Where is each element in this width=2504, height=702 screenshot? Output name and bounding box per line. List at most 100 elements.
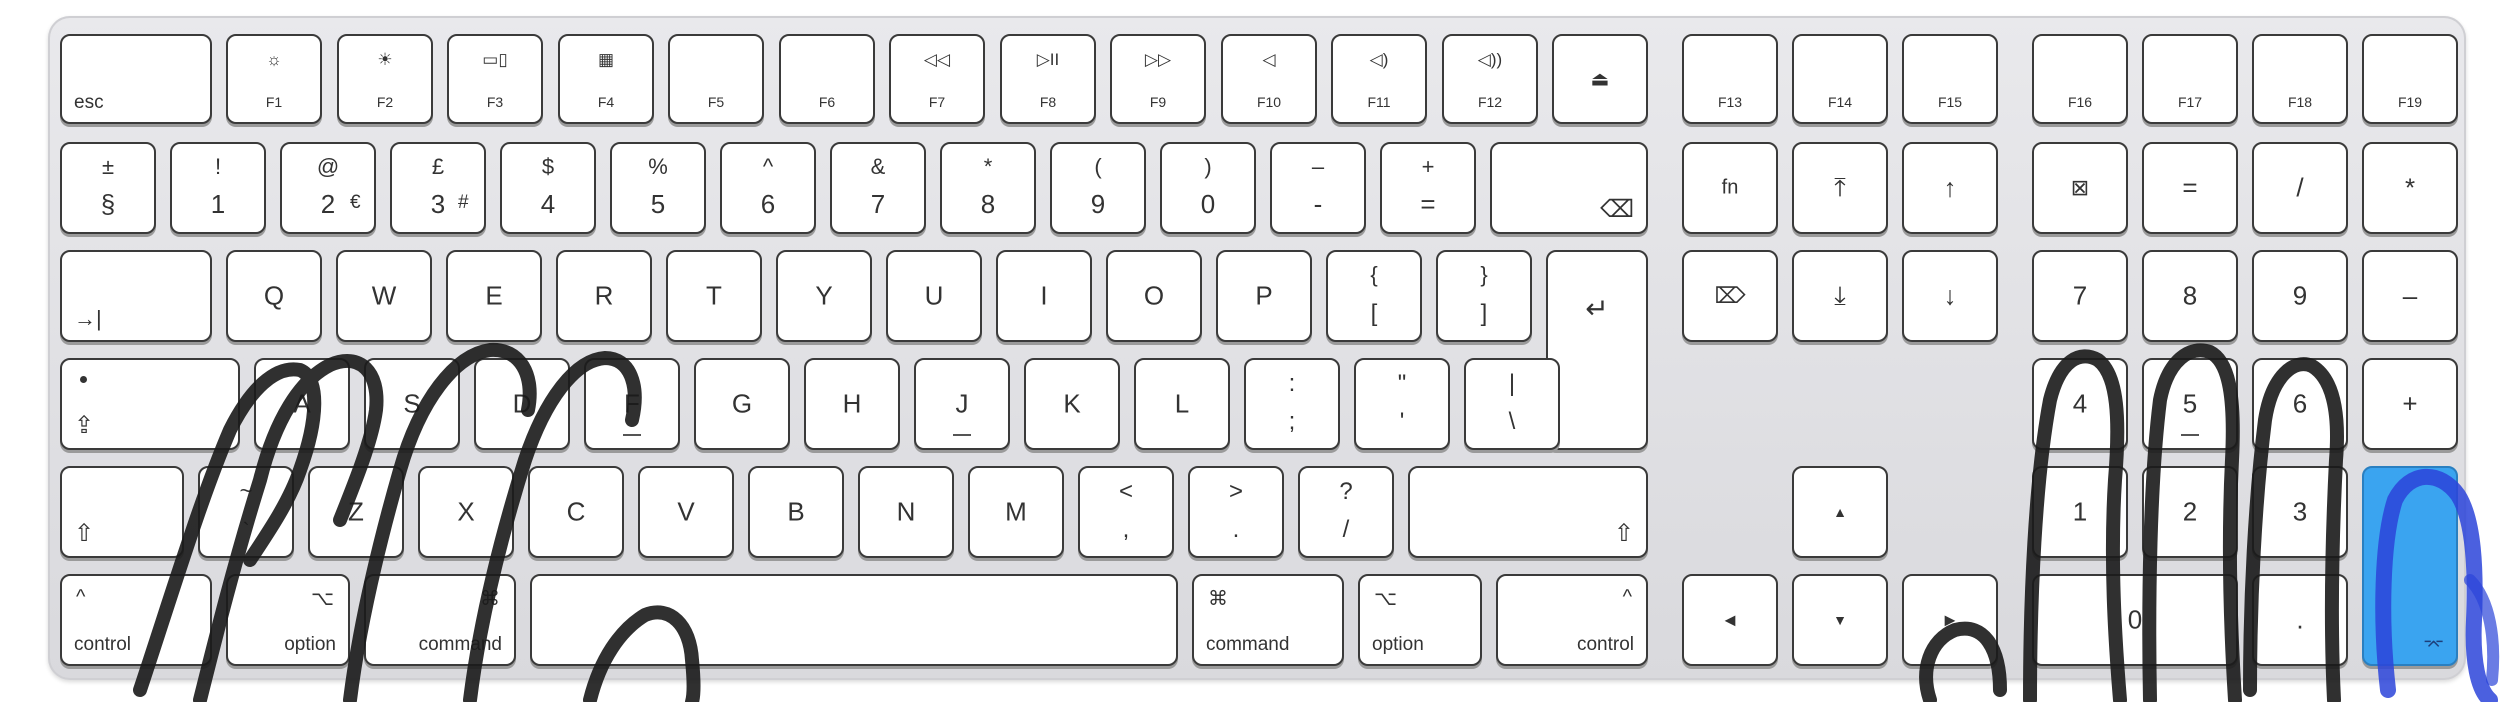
- key-f14[interactable]: F14: [1792, 34, 1888, 124]
- key-1[interactable]: ! 1: [170, 142, 266, 234]
- key-left-bracket[interactable]: {[: [1326, 250, 1422, 342]
- key-keypad-dot[interactable]: .: [2252, 574, 2348, 666]
- key-n[interactable]: N: [858, 466, 954, 558]
- key-left-shift[interactable]: ⇧: [60, 466, 184, 558]
- key-s[interactable]: S: [364, 358, 460, 450]
- key-keypad-5[interactable]: 5: [2142, 358, 2238, 450]
- key-left-option[interactable]: ⌥ option: [226, 574, 350, 666]
- key-home[interactable]: ⤒: [1792, 142, 1888, 234]
- key-semicolon[interactable]: :;: [1244, 358, 1340, 450]
- key-esc[interactable]: esc: [60, 34, 212, 124]
- key-v[interactable]: V: [638, 466, 734, 558]
- key-keypad-divide[interactable]: /: [2252, 142, 2348, 234]
- key-8[interactable]: * 8: [940, 142, 1036, 234]
- key-f9[interactable]: ▷▷ F9: [1110, 34, 1206, 124]
- key-left-control[interactable]: ^ control: [60, 574, 212, 666]
- key-slash[interactable]: ? /: [1298, 466, 1394, 558]
- key-keypad-3[interactable]: 3: [2252, 466, 2348, 558]
- key-7[interactable]: & 7: [830, 142, 926, 234]
- key-arrow-right[interactable]: ▶: [1902, 574, 1998, 666]
- key-right-command[interactable]: ⌘ command: [1192, 574, 1344, 666]
- key-keypad-9[interactable]: 9: [2252, 250, 2348, 342]
- key-3[interactable]: £3 #: [390, 142, 486, 234]
- key-0[interactable]: ) 0: [1160, 142, 1256, 234]
- key-f[interactable]: F: [584, 358, 680, 450]
- key-o[interactable]: O: [1106, 250, 1202, 342]
- key-b[interactable]: B: [748, 466, 844, 558]
- key-f5[interactable]: F5: [668, 34, 764, 124]
- key-6[interactable]: ^ 6: [720, 142, 816, 234]
- key-y[interactable]: Y: [776, 250, 872, 342]
- key-w[interactable]: W: [336, 250, 432, 342]
- key-caps-lock[interactable]: ⇪: [60, 358, 240, 450]
- key-a[interactable]: A: [254, 358, 350, 450]
- key-keypad-4[interactable]: 4: [2032, 358, 2128, 450]
- key-q[interactable]: Q: [226, 250, 322, 342]
- key-keypad-6[interactable]: 6: [2252, 358, 2348, 450]
- key-f19[interactable]: F19: [2362, 34, 2458, 124]
- key-keypad-plus[interactable]: +: [2362, 358, 2458, 450]
- key-f6[interactable]: F6: [779, 34, 875, 124]
- key-arrow-up[interactable]: ▲: [1792, 466, 1888, 558]
- key-f10[interactable]: ◁ F10: [1221, 34, 1317, 124]
- key-keypad-clear[interactable]: ⊠: [2032, 142, 2128, 234]
- key-keypad-0[interactable]: 0: [2032, 574, 2238, 666]
- key-grave[interactable]: ~ `: [198, 466, 294, 558]
- key-2[interactable]: @2 €: [280, 142, 376, 234]
- key-keypad-enter[interactable]: ⌤: [2362, 466, 2458, 666]
- key-keypad-7[interactable]: 7: [2032, 250, 2128, 342]
- key-i[interactable]: I: [996, 250, 1092, 342]
- key-u[interactable]: U: [886, 250, 982, 342]
- key-f4[interactable]: ▦ F4: [558, 34, 654, 124]
- key-arrow-down[interactable]: ▼: [1792, 574, 1888, 666]
- key-h[interactable]: H: [804, 358, 900, 450]
- key-9[interactable]: (9: [1050, 142, 1146, 234]
- key-end[interactable]: ⤓: [1792, 250, 1888, 342]
- key-g[interactable]: G: [694, 358, 790, 450]
- key-left-command[interactable]: ⌘ command: [364, 574, 516, 666]
- key-5[interactable]: % 5: [610, 142, 706, 234]
- key-page-up[interactable]: ↑: [1902, 142, 1998, 234]
- key-d[interactable]: D: [474, 358, 570, 450]
- key-keypad-1[interactable]: 1: [2032, 466, 2128, 558]
- key-quote[interactable]: " ': [1354, 358, 1450, 450]
- key-f7[interactable]: ◁◁ F7: [889, 34, 985, 124]
- key-forward-delete[interactable]: ⌦: [1682, 250, 1778, 342]
- key-f13[interactable]: F13: [1682, 34, 1778, 124]
- key-fn[interactable]: fn: [1682, 142, 1778, 234]
- key-keypad-multiply[interactable]: *: [2362, 142, 2458, 234]
- key-right-option[interactable]: ⌥ option: [1358, 574, 1482, 666]
- key-arrow-left[interactable]: ◀: [1682, 574, 1778, 666]
- key-return[interactable]: ↵: [1546, 250, 1648, 450]
- key-f17[interactable]: F17: [2142, 34, 2238, 124]
- key-keypad-8[interactable]: 8: [2142, 250, 2238, 342]
- key-f16[interactable]: F16: [2032, 34, 2128, 124]
- key-x[interactable]: X: [418, 466, 514, 558]
- key-t[interactable]: T: [666, 250, 762, 342]
- key-keypad-2[interactable]: 2: [2142, 466, 2238, 558]
- key-space[interactable]: [530, 574, 1178, 666]
- key-right-control[interactable]: ^ control: [1496, 574, 1648, 666]
- key-e[interactable]: E: [446, 250, 542, 342]
- key-r[interactable]: R: [556, 250, 652, 342]
- key-comma[interactable]: <,: [1078, 466, 1174, 558]
- key-f11[interactable]: ◁) F11: [1331, 34, 1427, 124]
- key-equals[interactable]: + =: [1380, 142, 1476, 234]
- key-f8[interactable]: ▷II F8: [1000, 34, 1096, 124]
- key-l[interactable]: L: [1134, 358, 1230, 450]
- key-k[interactable]: K: [1024, 358, 1120, 450]
- key-f12[interactable]: ◁)) F12: [1442, 34, 1538, 124]
- key-j[interactable]: J: [914, 358, 1010, 450]
- key-f3[interactable]: ▭▯ F3: [447, 34, 543, 124]
- key-c[interactable]: C: [528, 466, 624, 558]
- key-m[interactable]: M: [968, 466, 1064, 558]
- key-z[interactable]: Z: [308, 466, 404, 558]
- key-f2[interactable]: ☀ F2: [337, 34, 433, 124]
- key-p[interactable]: P: [1216, 250, 1312, 342]
- key-4[interactable]: $4: [500, 142, 596, 234]
- key-page-down[interactable]: ↓: [1902, 250, 1998, 342]
- key-keypad-minus[interactable]: –: [2362, 250, 2458, 342]
- key-f15[interactable]: F15: [1902, 34, 1998, 124]
- key-right-shift[interactable]: ⇧: [1408, 466, 1648, 558]
- key-period[interactable]: >.: [1188, 466, 1284, 558]
